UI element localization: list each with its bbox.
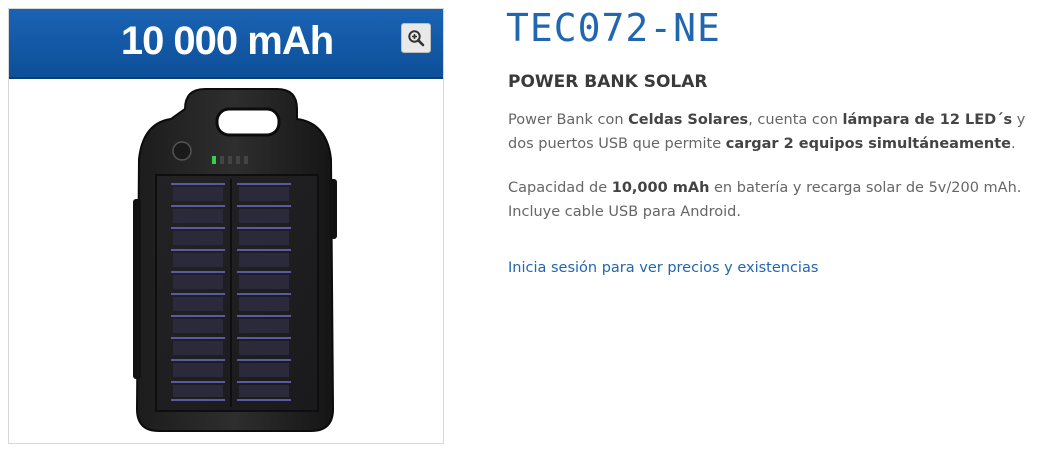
product-photo[interactable]	[9, 79, 444, 444]
product-description-1: Power Bank con Celdas Solares, cuenta co…	[508, 108, 1025, 156]
product-name: POWER BANK SOLAR	[508, 72, 708, 92]
product-page: 10 000 mAh TEC072-NE POWER BANK SOLAR Po…	[0, 0, 1060, 458]
zoom-in-icon	[408, 30, 425, 47]
product-sku: TEC072-NE	[506, 6, 721, 50]
description-1-line-1: Power Bank con Celdas Solares, cuenta co…	[508, 112, 1026, 128]
description-2-line-2: Incluye cable USB para Android.	[508, 204, 741, 220]
description-2-line-1: Capacidad de 10,000 mAh en batería y rec…	[508, 180, 1022, 196]
capacity-banner-text: 10 000 mAh	[120, 19, 334, 63]
zoom-button[interactable]	[401, 23, 431, 53]
capacity-banner: 10 000 mAh	[9, 9, 443, 79]
product-description-2: Capacidad de 10,000 mAh en batería y rec…	[508, 176, 1021, 224]
product-image-panel: 10 000 mAh	[8, 8, 444, 444]
login-for-prices-link[interactable]: Inicia sesión para ver precios y existen…	[508, 260, 818, 276]
description-1-line-2: dos puertos USB que permite cargar 2 equ…	[508, 136, 1016, 152]
